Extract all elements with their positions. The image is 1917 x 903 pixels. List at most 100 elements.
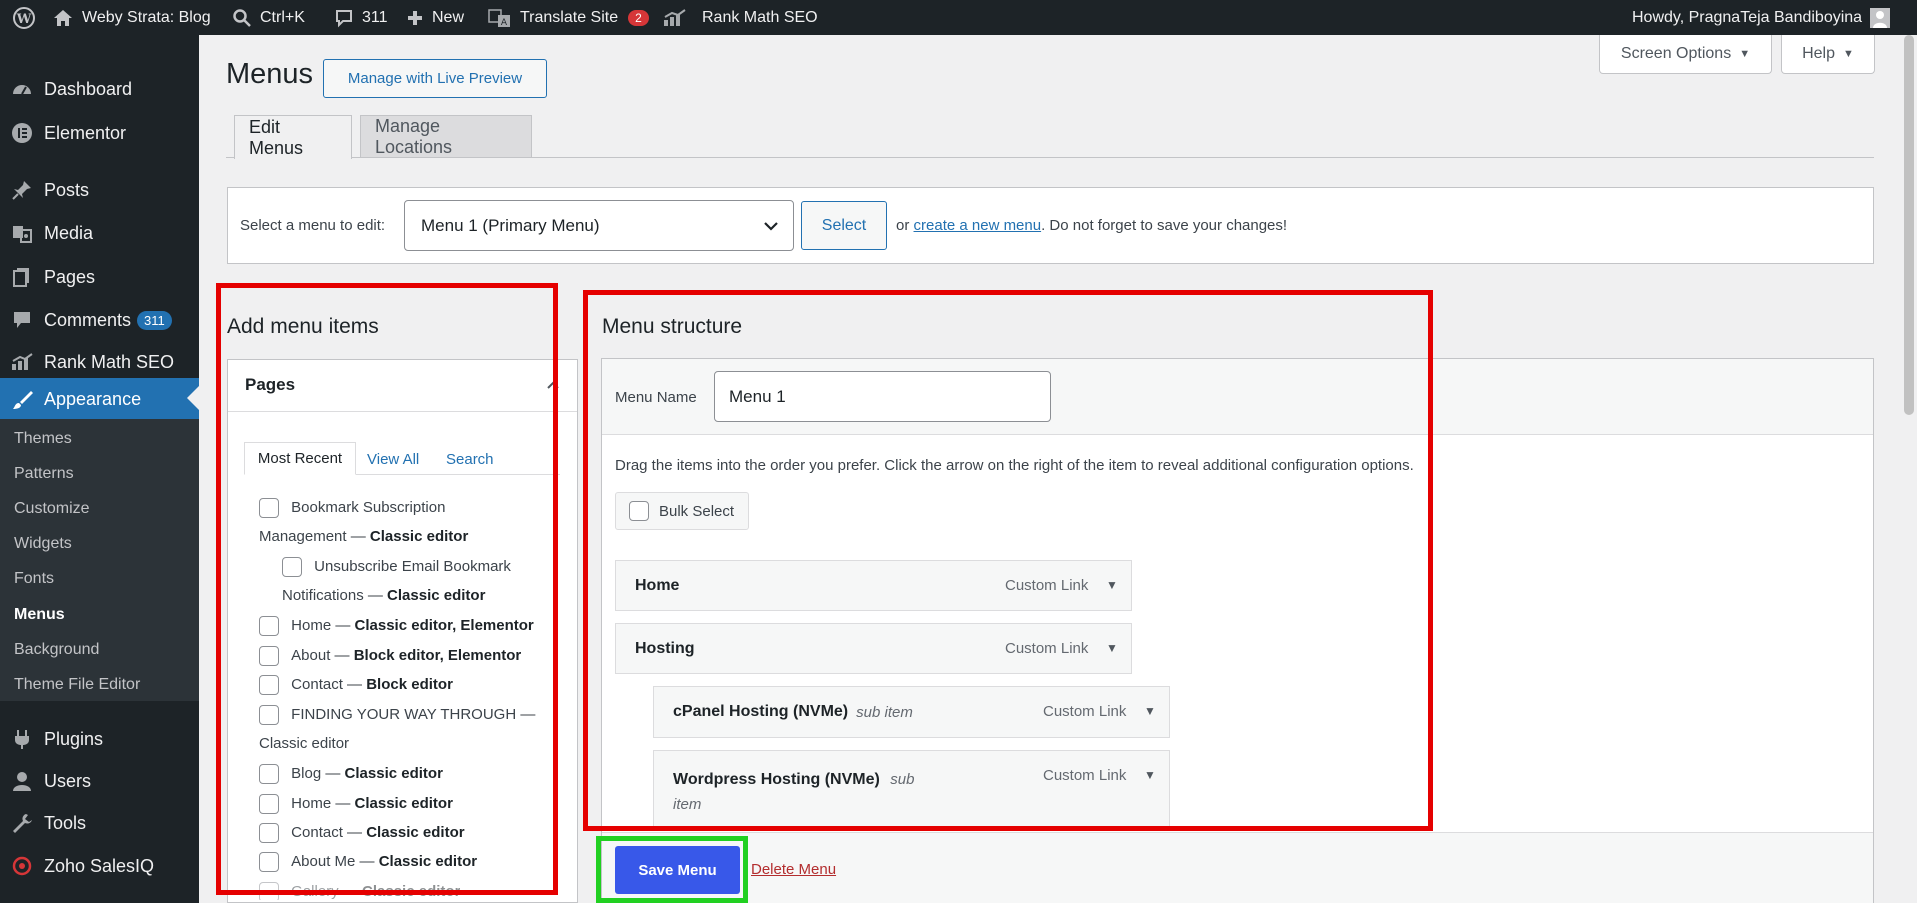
- page-checkbox[interactable]: [259, 498, 279, 518]
- sidebar-item-pages[interactable]: Pages: [0, 257, 199, 297]
- sidebar-item-dashboard[interactable]: Dashboard: [0, 69, 199, 109]
- sidebar-item-rankmath[interactable]: Rank Math SEO: [0, 342, 199, 382]
- live-preview-button[interactable]: Manage with Live Preview: [323, 59, 547, 98]
- sidebar-item-media[interactable]: Media: [0, 213, 199, 253]
- sidebar-item-comments[interactable]: Comments 311: [0, 300, 199, 340]
- page-editor: Classic editor: [378, 852, 478, 870]
- admin-sidebar: Dashboard Elementor Posts Media Pages Co…: [0, 35, 199, 903]
- select-menu-hint: or create a new menu. Do not forget to s…: [896, 217, 1287, 234]
- list-item: Gallery — Classic editor: [259, 882, 460, 900]
- media-icon: [0, 222, 44, 244]
- menu-item-wordpress-hosting[interactable]: Wordpress Hosting (NVMe) sub item Custom…: [653, 750, 1170, 828]
- page-checkbox[interactable]: [259, 823, 279, 843]
- menu-item-cpanel-hosting[interactable]: cPanel Hosting (NVMe) sub item Custom Li…: [653, 686, 1170, 738]
- scrollbar-thumb[interactable]: [1904, 35, 1914, 415]
- submenu-patterns[interactable]: Patterns: [14, 465, 74, 483]
- menu-select-value: Menu 1 (Primary Menu): [421, 215, 600, 235]
- page-checkbox[interactable]: [259, 764, 279, 784]
- page-editor: Classic editor: [362, 882, 461, 900]
- page-checkbox[interactable]: [259, 794, 279, 814]
- submenu-customize[interactable]: Customize: [14, 500, 90, 518]
- tab-manage-locations[interactable]: Manage Locations: [360, 115, 532, 158]
- menu-item-type: Custom Link: [1043, 767, 1127, 784]
- screen-options-button[interactable]: Screen Options ▼: [1599, 35, 1772, 74]
- submenu-theme-file-editor[interactable]: Theme File Editor: [14, 676, 140, 694]
- page-title-text: Contact —: [291, 675, 363, 693]
- tab-search[interactable]: Search: [446, 451, 494, 468]
- search-icon: [233, 8, 251, 27]
- page-title-text: Bookmark Subscription: [291, 498, 446, 516]
- add-menu-items-heading: Add menu items: [227, 315, 379, 338]
- sidebar-item-posts[interactable]: Posts: [0, 170, 199, 210]
- tab-edit-menus[interactable]: Edit Menus: [234, 115, 352, 159]
- sidebar-item-plugins[interactable]: Plugins: [0, 719, 199, 759]
- expand-arrow-icon[interactable]: ▼: [1106, 578, 1118, 592]
- help-button[interactable]: Help ▼: [1781, 35, 1875, 74]
- comments-badge: 311: [137, 310, 172, 330]
- translate-site-link[interactable]: A Translate Site 2: [488, 0, 649, 35]
- zoho-icon: [0, 855, 44, 877]
- page-checkbox[interactable]: [259, 616, 279, 636]
- sidebar-item-appearance[interactable]: Appearance: [0, 378, 199, 421]
- list-item: Home — Classic editor: [259, 794, 453, 814]
- select-button[interactable]: Select: [801, 201, 887, 250]
- create-new-menu-link[interactable]: create a new menu: [914, 217, 1042, 234]
- comments-link[interactable]: 311: [334, 0, 388, 35]
- new-label: New: [432, 8, 465, 26]
- comments-icon: [0, 309, 44, 331]
- expand-arrow-icon[interactable]: ▼: [1106, 641, 1118, 655]
- sub-item-tag: sub item: [856, 703, 913, 721]
- tab-view-all[interactable]: View All: [367, 451, 419, 468]
- page-checkbox[interactable]: [282, 557, 302, 577]
- bulk-select-checkbox[interactable]: [629, 501, 649, 521]
- sidebar-item-tools[interactable]: Tools: [0, 803, 199, 843]
- submenu-menus[interactable]: Menus: [14, 606, 65, 624]
- submenu-fonts[interactable]: Fonts: [14, 570, 54, 588]
- menu-item-hosting[interactable]: Hosting Custom Link ▼: [615, 623, 1132, 674]
- delete-menu-link[interactable]: Delete Menu: [751, 861, 836, 878]
- page-title-text: Home —: [291, 794, 351, 812]
- rank-math-link[interactable]: Rank Math SEO: [662, 0, 818, 35]
- menu-item-type: Custom Link: [1005, 577, 1089, 594]
- help-label: Help: [1802, 45, 1835, 62]
- bulk-select-button[interactable]: Bulk Select: [615, 492, 749, 530]
- page-checkbox[interactable]: [259, 852, 279, 872]
- active-menu-arrow: [187, 386, 199, 410]
- sidebar-item-zoho[interactable]: Zoho SalesIQ: [0, 846, 199, 886]
- new-content-link[interactable]: New: [406, 0, 464, 35]
- expand-arrow-icon[interactable]: ▼: [1144, 704, 1156, 718]
- list-item-continuation: Management — Classic editor: [259, 528, 468, 546]
- menu-item-home[interactable]: Home Custom Link ▼: [615, 560, 1132, 611]
- page-checkbox[interactable]: [259, 882, 279, 900]
- submenu-themes[interactable]: Themes: [14, 430, 72, 448]
- menu-item-title: cPanel Hosting (NVMe): [673, 703, 849, 720]
- account-menu[interactable]: Howdy, PragnaTeja Bandiboyina: [1632, 0, 1891, 35]
- submenu-widgets[interactable]: Widgets: [14, 535, 72, 553]
- save-menu-button[interactable]: Save Menu: [615, 846, 740, 894]
- pages-accordion-header[interactable]: Pages: [228, 360, 577, 412]
- rankmath-icon: [664, 8, 686, 26]
- tabs-divider: [226, 157, 1874, 158]
- menu-name-value: Menu 1: [729, 386, 786, 406]
- rankmath-icon: [0, 352, 44, 372]
- page-title-text: About —: [291, 646, 350, 664]
- submenu-background[interactable]: Background: [14, 641, 99, 659]
- page-checkbox[interactable]: [259, 646, 279, 666]
- wordpress-logo-icon[interactable]: W: [12, 0, 36, 35]
- screen-options-label: Screen Options: [1620, 45, 1732, 62]
- sidebar-item-elementor[interactable]: Elementor: [0, 113, 199, 153]
- menu-item-type: Custom Link: [1043, 703, 1127, 720]
- tab-most-recent[interactable]: Most Recent: [244, 442, 356, 475]
- search-shortcut[interactable]: Ctrl+K: [232, 0, 305, 35]
- menu-select-dropdown[interactable]: Menu 1 (Primary Menu): [404, 200, 794, 251]
- site-name-link[interactable]: Weby Strata: Blog: [52, 0, 211, 35]
- menu-name-input[interactable]: Menu 1: [714, 371, 1051, 422]
- page-editor: Classic editor, Elementor: [354, 616, 534, 634]
- page-editor: Classic editor: [369, 528, 469, 545]
- page-checkbox[interactable]: [259, 675, 279, 695]
- expand-arrow-icon[interactable]: ▼: [1144, 768, 1156, 782]
- sidebar-item-users[interactable]: Users: [0, 761, 199, 801]
- reminder-text: . Do not forget to save your changes!: [1041, 217, 1288, 234]
- page-checkbox[interactable]: [259, 705, 279, 725]
- brush-icon: [0, 389, 44, 411]
